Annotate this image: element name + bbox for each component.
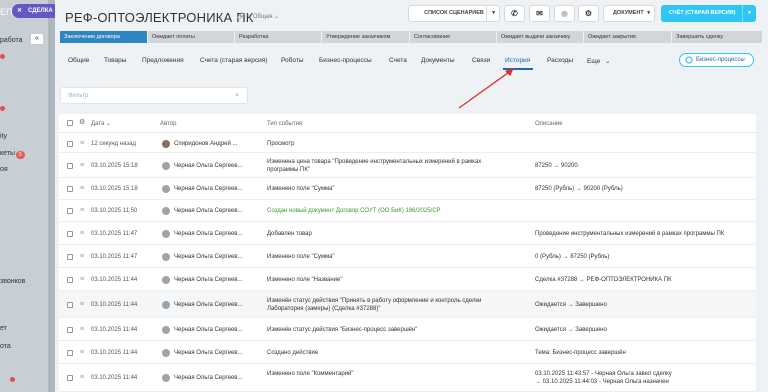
annotation-arrow	[458, 68, 514, 109]
